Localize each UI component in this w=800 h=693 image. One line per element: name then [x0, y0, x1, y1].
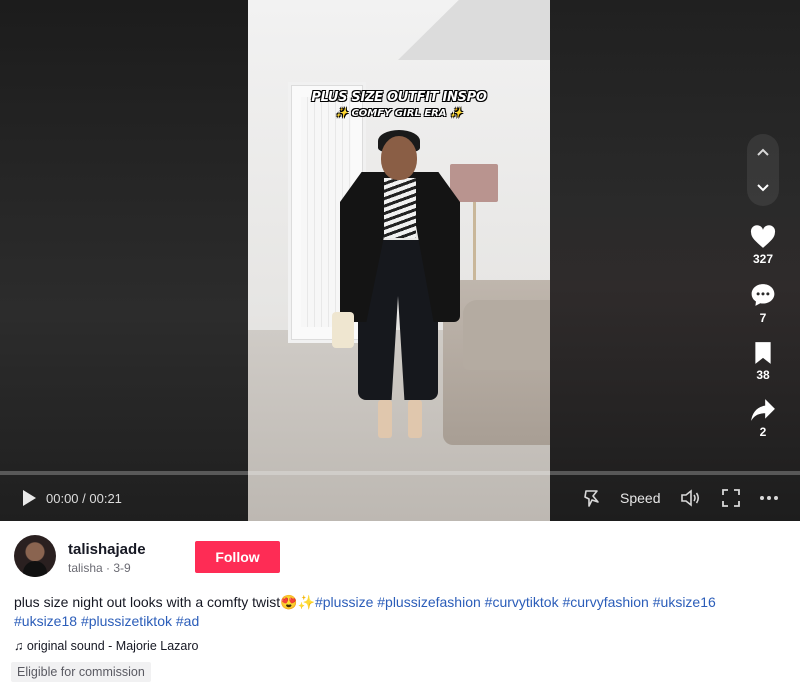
- like-count: 327: [752, 252, 774, 266]
- volume-button[interactable]: [680, 487, 702, 509]
- progress-bar[interactable]: [0, 471, 800, 475]
- video-person-head: [381, 136, 417, 180]
- hashtag-link[interactable]: #uksize16: [653, 594, 716, 610]
- hashtag-link[interactable]: #plussizefashion: [377, 594, 481, 610]
- next-video-button[interactable]: [747, 172, 779, 204]
- play-button[interactable]: [20, 489, 38, 507]
- like-button[interactable]: 327: [742, 225, 784, 266]
- video-caption-subtitle-text: COMFY GIRL ERA: [351, 108, 447, 119]
- video-player[interactable]: PLUS SIZE OUTFIT INSPO ✨ COMFY GIRL ERA …: [0, 0, 800, 521]
- video-caption-subtitle: ✨ COMFY GIRL ERA ✨: [248, 108, 550, 119]
- video-person-top: [384, 178, 416, 238]
- chevron-down-icon: [757, 184, 769, 192]
- hashtag-link[interactable]: #ad: [176, 613, 199, 629]
- music-note-icon: ♫: [14, 639, 24, 653]
- video-caption-title: PLUS SIZE OUTFIT INSPO: [311, 90, 487, 105]
- commission-badge: Eligible for commission: [11, 662, 151, 682]
- bookmark-icon: [755, 342, 771, 364]
- player-controls: 00:00 / 00:21 Speed: [0, 480, 800, 516]
- pip-icon: [584, 490, 599, 507]
- sound-link[interactable]: ♫ original sound - Majorie Lazaro: [14, 639, 198, 653]
- video-person-shoe-left: [378, 400, 392, 438]
- more-dots-icon: [760, 496, 778, 500]
- volume-icon: [681, 489, 700, 507]
- share-arrow-icon: [751, 399, 775, 421]
- video-person-bag: [332, 312, 354, 348]
- author-subline: talisha · 3-9: [68, 561, 131, 575]
- hashtag-link[interactable]: #curvytiktok: [485, 594, 559, 610]
- hashtag-link[interactable]: #plussizetiktok: [81, 613, 172, 629]
- speed-button[interactable]: Speed: [620, 490, 660, 506]
- sound-label: original sound - Majorie Lazaro: [26, 639, 199, 653]
- hashtag-link[interactable]: #uksize18: [14, 613, 77, 629]
- comment-count: 7: [759, 311, 767, 325]
- comment-button[interactable]: 7: [742, 282, 784, 325]
- video-navigation: [747, 134, 779, 206]
- follow-button[interactable]: Follow: [195, 541, 280, 573]
- avatar[interactable]: [14, 535, 56, 577]
- heart-icon: [750, 225, 776, 248]
- fullscreen-button[interactable]: [720, 487, 742, 509]
- previous-video-button[interactable]: [747, 136, 779, 168]
- comment-icon: [751, 284, 775, 306]
- author-username[interactable]: talishajade: [68, 541, 146, 558]
- floating-player-button[interactable]: [581, 487, 603, 509]
- more-options-button[interactable]: [758, 487, 780, 509]
- save-button[interactable]: 38: [742, 341, 784, 382]
- time-display: 00:00 / 00:21: [46, 491, 122, 506]
- play-icon: [23, 490, 36, 506]
- author-nickname: talisha: [68, 561, 103, 575]
- share-count: 2: [759, 425, 767, 439]
- hashtag-link[interactable]: #curvyfashion: [562, 594, 648, 610]
- video-info-panel: talishajade talisha · 3-9 Follow plus si…: [0, 521, 800, 693]
- blurred-backdrop-left: [0, 0, 248, 521]
- video-description: plus size night out looks with a comfty …: [14, 593, 784, 631]
- video-frame[interactable]: PLUS SIZE OUTFIT INSPO ✨ COMFY GIRL ERA …: [248, 0, 550, 521]
- sparkle-icon: ✨: [450, 108, 463, 119]
- video-scene-lamp: [450, 164, 498, 202]
- save-count: 38: [756, 368, 770, 382]
- share-button[interactable]: 2: [742, 398, 784, 439]
- hashtag-link[interactable]: #plussize: [315, 594, 373, 610]
- video-person-shoe-right: [408, 400, 422, 438]
- post-date: 3-9: [113, 561, 131, 575]
- sparkle-icon: ✨: [335, 108, 348, 119]
- description-text: plus size night out looks with a comfty …: [14, 594, 315, 610]
- chevron-up-icon: [757, 148, 769, 156]
- video-scene-sofa-cushion: [463, 300, 550, 370]
- fullscreen-icon: [722, 489, 740, 507]
